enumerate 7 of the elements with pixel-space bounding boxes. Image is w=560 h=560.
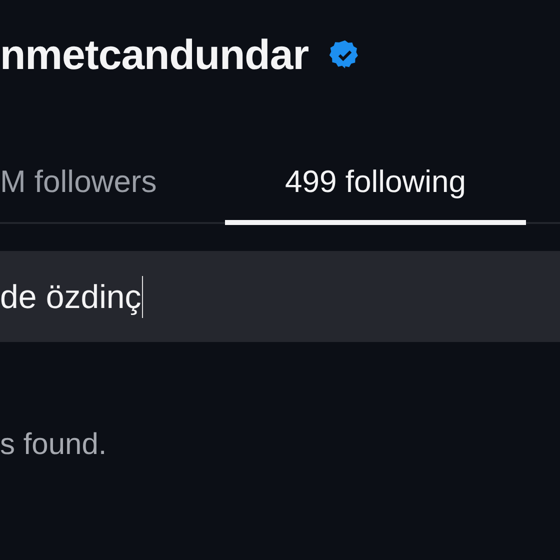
search-value: de özdinç: [0, 278, 142, 316]
profile-tab[interactable]: 499 following: [225, 162, 526, 225]
text-caret: [142, 276, 144, 318]
no-results-message: s found.: [0, 428, 108, 462]
username: nmetcandundar: [0, 31, 309, 79]
profile-tab[interactable]: M followers: [0, 162, 195, 225]
search-field[interactable]: de özdinç: [0, 251, 560, 342]
